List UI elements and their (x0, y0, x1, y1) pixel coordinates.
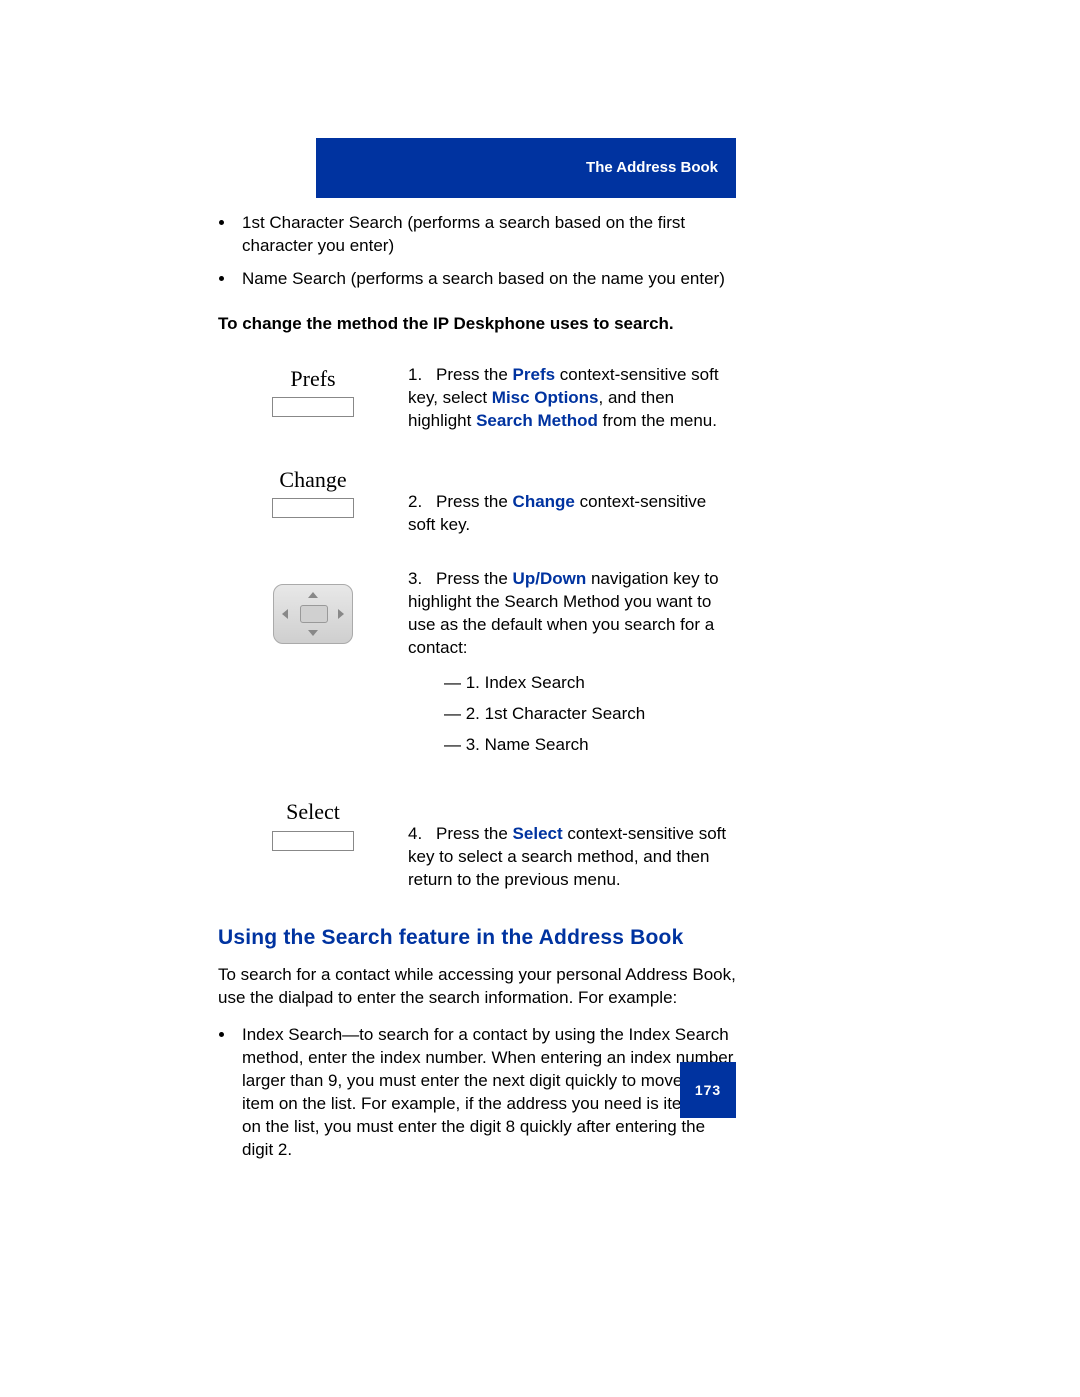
header-bar: The Address Book (316, 138, 736, 198)
content-area: 1st Character Search (performs a search … (218, 212, 738, 1184)
steps-container: Prefs 1.Press the Prefs context-sensitiv… (218, 364, 738, 892)
text-fragment: Press the (436, 492, 513, 511)
step-text: 4.Press the Select context-sensitive sof… (408, 797, 738, 892)
step-number: 3. (408, 568, 436, 591)
keyword-change: Change (513, 492, 575, 511)
softkey-label-change: Change (279, 465, 346, 495)
arrow-up-icon (308, 592, 318, 598)
step-text: 2.Press the Change context-sensitive sof… (408, 465, 738, 537)
text-fragment: Press the (436, 365, 513, 384)
navpad-icon (273, 584, 353, 644)
softkey-box-icon (272, 397, 354, 417)
step-row: Select 4.Press the Select context-sensit… (218, 797, 738, 892)
example-bullet-list: Index Search—to search for a contact by … (218, 1024, 738, 1162)
section-heading: Using the Search feature in the Address … (218, 924, 738, 952)
step-number: 2. (408, 491, 436, 514)
list-item: — 2. 1st Character Search (408, 703, 738, 726)
header-title: The Address Book (586, 158, 718, 178)
page-number-box: 173 (680, 1062, 736, 1118)
arrow-right-icon (338, 609, 344, 619)
step-number: 1. (408, 364, 436, 387)
softkey-label-prefs: Prefs (290, 364, 335, 394)
arrow-left-icon (282, 609, 288, 619)
keyword-down: Down (540, 569, 586, 588)
text-fragment: Press the (436, 569, 513, 588)
keyword-misc-options: Misc Options (492, 388, 599, 407)
keyword-search-method: Search Method (476, 411, 598, 430)
intro-bullet-list: 1st Character Search (performs a search … (218, 212, 738, 291)
list-item: Name Search (performs a search based on … (236, 268, 738, 291)
navpad-graphic (218, 568, 408, 644)
list-item: 1st Character Search (performs a search … (236, 212, 738, 258)
softkey-graphic: Select (218, 797, 408, 851)
instruction-heading: To change the method the IP Deskphone us… (218, 313, 738, 336)
navpad-center-icon (300, 605, 328, 623)
step-text: 3.Press the Up/Down navigation key to hi… (408, 568, 738, 765)
list-item: Index Search—to search for a contact by … (236, 1024, 738, 1162)
softkey-label-select: Select (286, 797, 340, 827)
softkey-graphic: Change (218, 465, 408, 519)
softkey-box-icon (272, 498, 354, 518)
arrow-down-icon (308, 630, 318, 636)
step-row: Change 2.Press the Change context-sensit… (218, 465, 738, 537)
page-number: 173 (695, 1081, 721, 1100)
softkey-box-icon (272, 831, 354, 851)
softkey-graphic: Prefs (218, 364, 408, 418)
step-text: 1.Press the Prefs context-sensitive soft… (408, 364, 738, 433)
step-number: 4. (408, 823, 436, 846)
text-fragment: from the menu. (598, 411, 717, 430)
document-page: The Address Book 1st Character Search (p… (0, 0, 1080, 1397)
list-item: — 3. Name Search (408, 734, 738, 757)
step-row: Prefs 1.Press the Prefs context-sensitiv… (218, 364, 738, 433)
step-row: 3.Press the Up/Down navigation key to hi… (218, 568, 738, 765)
keyword-up: Up (513, 569, 536, 588)
paragraph: To search for a contact while accessing … (218, 964, 738, 1010)
option-list: — 1. Index Search — 2. 1st Character Sea… (408, 672, 738, 757)
keyword-select: Select (513, 824, 563, 843)
text-fragment: Press the (436, 824, 513, 843)
keyword-prefs: Prefs (513, 365, 556, 384)
list-item: — 1. Index Search (408, 672, 738, 695)
